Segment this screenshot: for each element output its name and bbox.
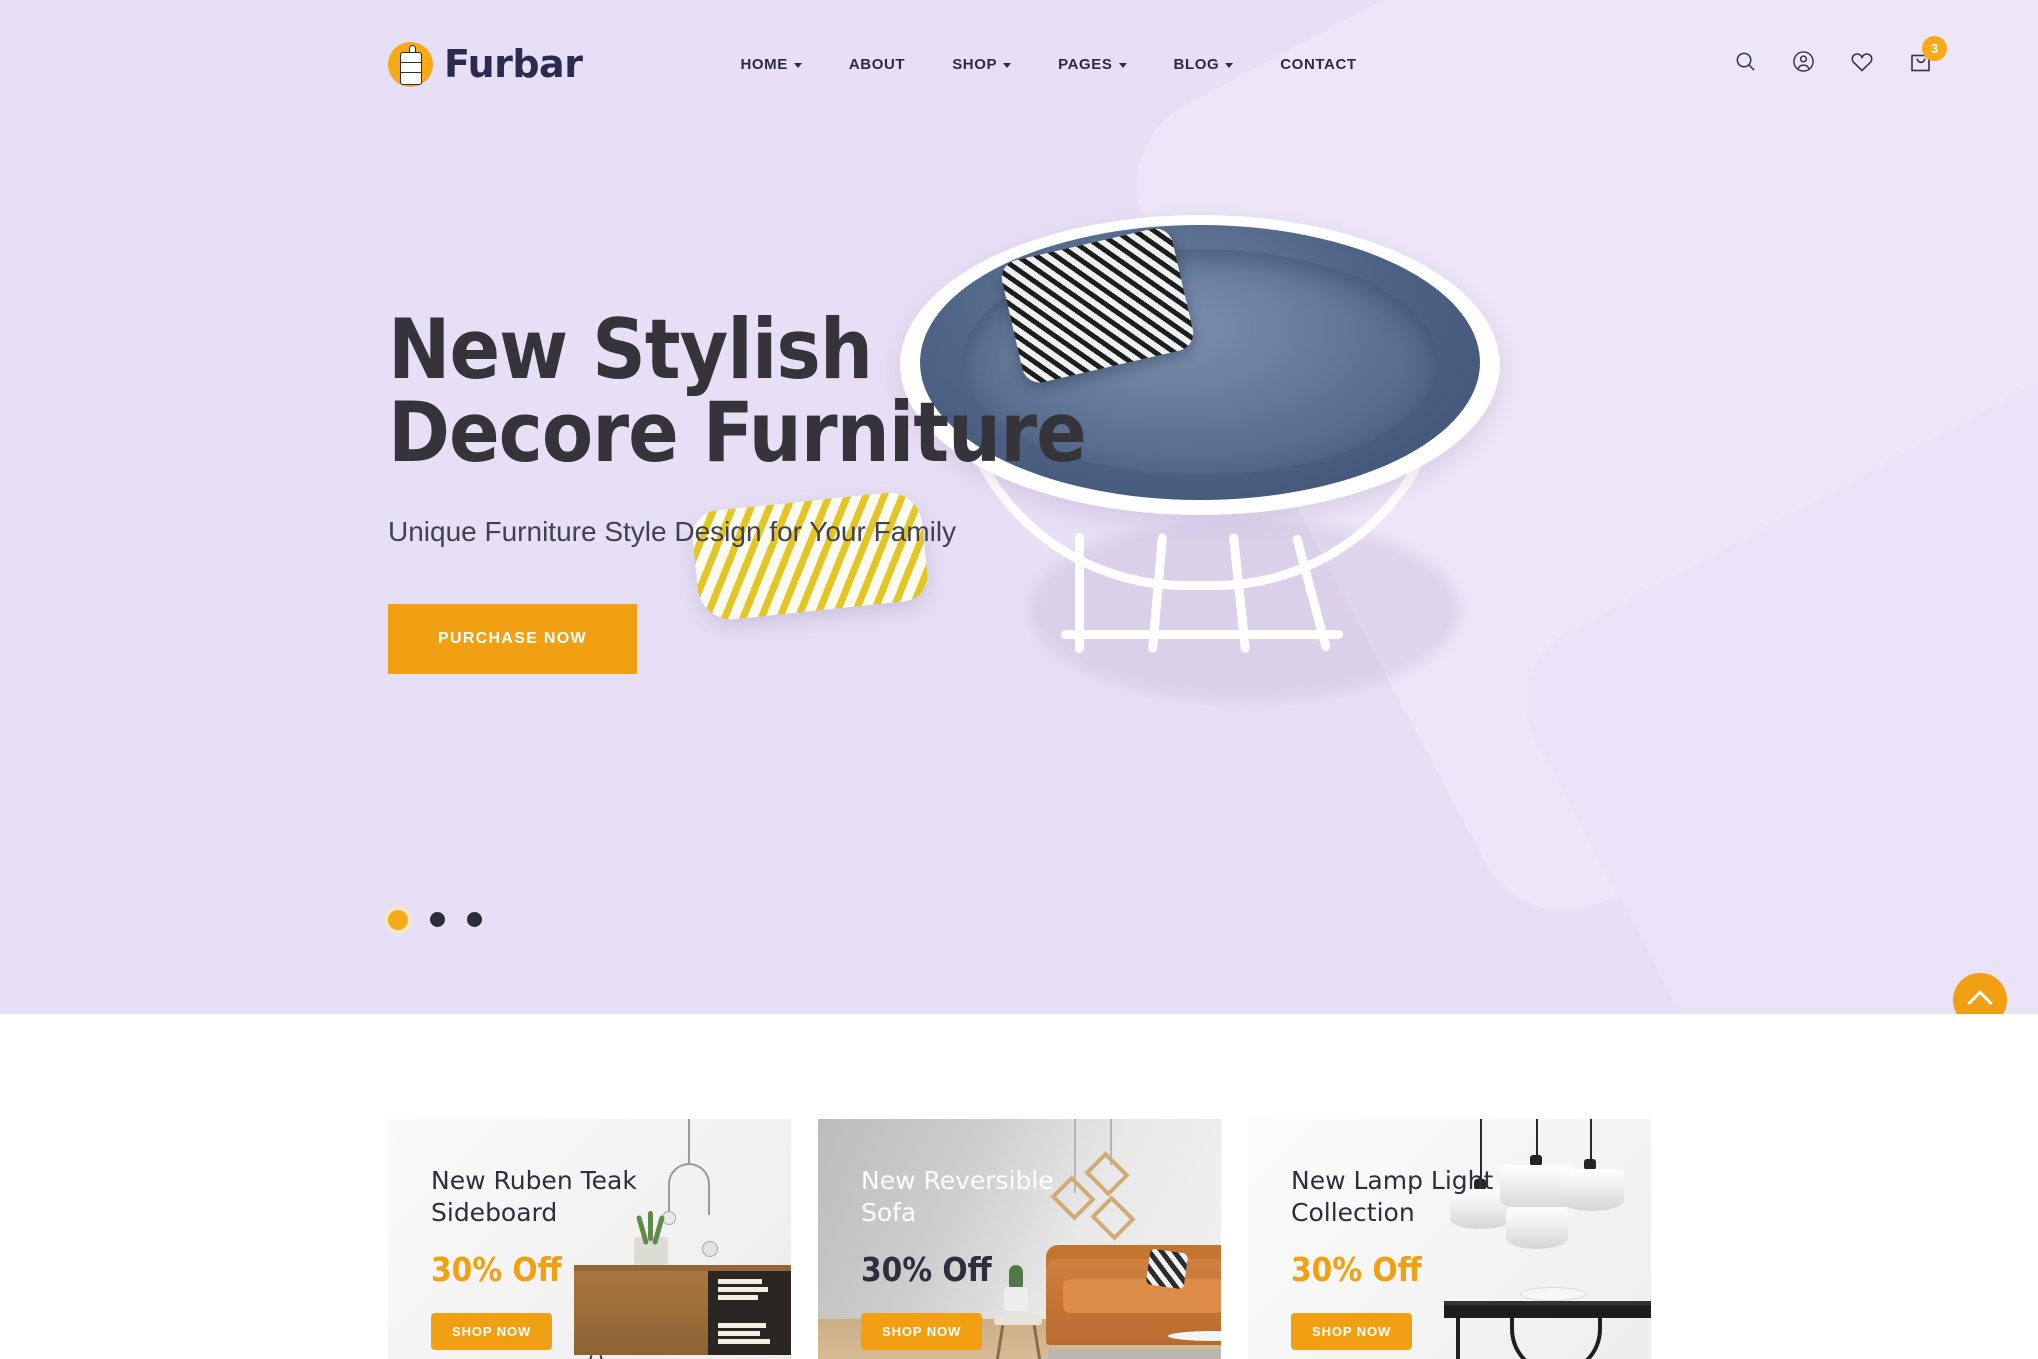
hero-title-line-1: New Stylish bbox=[388, 301, 873, 398]
cart-count-badge: 3 bbox=[1922, 35, 1947, 61]
hero-title-line-2: Decore Furniture bbox=[388, 384, 1087, 481]
nav-item-blog[interactable]: BLOG bbox=[1174, 56, 1234, 73]
nav-label: CONTACT bbox=[1280, 55, 1357, 73]
nav-label: HOME bbox=[740, 55, 788, 73]
nav-label: BLOG bbox=[1173, 55, 1220, 73]
nav-item-shop[interactable]: SHOP bbox=[952, 55, 1012, 73]
promo-card-discount: 30% Off bbox=[1291, 1250, 1422, 1289]
nav-label: ABOUT bbox=[848, 55, 906, 73]
hero-content: New Stylish Decore Furniture Unique Furn… bbox=[0, 128, 2038, 674]
heart-icon[interactable] bbox=[1850, 50, 1874, 79]
chevron-down-icon bbox=[1118, 63, 1127, 68]
purchase-now-button[interactable]: PURCHASE NOW bbox=[388, 604, 637, 674]
user-account-icon[interactable] bbox=[1792, 50, 1815, 78]
shop-now-button[interactable]: SHOP NOW bbox=[431, 1313, 553, 1350]
promo-card-lamp[interactable]: New Lamp Light Collection 30% Off SHOP N… bbox=[1248, 1119, 1651, 1359]
promo-card-title: New Lamp Light Collection bbox=[1291, 1166, 1494, 1227]
carousel-pagination bbox=[388, 910, 482, 930]
search-icon[interactable] bbox=[1734, 50, 1757, 78]
cart-icon[interactable]: 3 bbox=[1909, 35, 1947, 79]
chevron-down-icon bbox=[1003, 63, 1012, 68]
chevron-down-icon bbox=[793, 63, 802, 68]
hero-section: Furbar HOME ABOUT SHOP PAGES BLOG CONTAC… bbox=[0, 0, 2038, 1014]
brand-logo[interactable]: Furbar bbox=[388, 41, 583, 87]
shop-now-button[interactable]: SHOP NOW bbox=[861, 1313, 983, 1350]
chevron-down-icon bbox=[1225, 63, 1234, 68]
promo-card-sofa[interactable]: New Reversible Sofa 30% Off SHOP NOW bbox=[818, 1119, 1221, 1359]
nav-item-contact[interactable]: CONTACT bbox=[1280, 56, 1356, 73]
cabinet-lamp-icon bbox=[388, 41, 433, 87]
nav-item-about[interactable]: ABOUT bbox=[849, 56, 905, 73]
promo-cards-section: New Ruben Teak Sideboard 30% Off SHOP NO… bbox=[0, 1014, 2038, 1359]
carousel-dot-2[interactable] bbox=[430, 912, 445, 927]
header-actions: 3 bbox=[1734, 35, 1947, 79]
hero-subtitle: Unique Furniture Style Design for Your F… bbox=[388, 516, 957, 547]
nav-label: PAGES bbox=[1058, 55, 1113, 73]
scroll-to-top-button[interactable] bbox=[1953, 973, 2007, 1014]
main-navigation: HOME ABOUT SHOP PAGES BLOG CONTACT bbox=[740, 56, 1356, 73]
shop-now-button[interactable]: SHOP NOW bbox=[1291, 1313, 1413, 1350]
promo-card-discount: 30% Off bbox=[431, 1250, 562, 1289]
carousel-dot-1[interactable] bbox=[388, 910, 408, 930]
nav-item-pages[interactable]: PAGES bbox=[1058, 55, 1127, 73]
promo-card-title: New Reversible Sofa bbox=[861, 1166, 1054, 1227]
carousel-dot-3[interactable] bbox=[467, 912, 482, 927]
nav-item-home[interactable]: HOME bbox=[740, 55, 802, 73]
page-title: New Stylish Decore Furniture bbox=[388, 308, 2038, 474]
promo-card-sideboard[interactable]: New Ruben Teak Sideboard 30% Off SHOP NO… bbox=[388, 1119, 791, 1359]
brand-name: Furbar bbox=[444, 42, 583, 86]
promo-card-title: New Ruben Teak Sideboard bbox=[431, 1166, 637, 1227]
nav-label: SHOP bbox=[952, 55, 998, 73]
promo-card-discount: 30% Off bbox=[861, 1250, 992, 1289]
site-header: Furbar HOME ABOUT SHOP PAGES BLOG CONTAC… bbox=[0, 0, 2038, 128]
